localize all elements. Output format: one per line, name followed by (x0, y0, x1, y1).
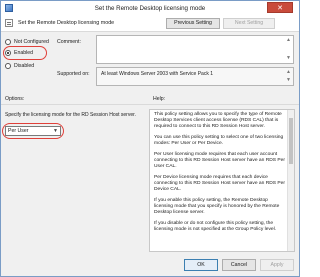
radio-disabled-circle[interactable] (5, 63, 11, 69)
supported-on-label: Supported on: (57, 71, 90, 77)
comment-label: Comment: (57, 39, 81, 45)
section-divider (1, 104, 299, 105)
help-paragraph: If you disable or do not configure this … (154, 220, 277, 232)
ok-button[interactable]: OK (184, 259, 218, 271)
options-label: Options: (5, 96, 25, 102)
enabled-highlight-oval (3, 46, 47, 60)
title-bar: Set the Remote Desktop licensing mode ✕ (1, 1, 299, 15)
supported-on-box: At least Windows Server 2003 with Servic… (96, 67, 294, 86)
help-paragraph: Per Device licensing mode requires that … (154, 174, 286, 192)
radio-not-configured[interactable]: Not Configured (5, 39, 49, 45)
radio-disabled-label: Disabled (14, 63, 35, 69)
close-button[interactable]: ✕ (267, 2, 293, 13)
help-paragraph: You can use this policy setting to selec… (154, 134, 284, 146)
policy-setting-icon (5, 19, 13, 27)
window-title: Set the Remote Desktop licensing mode (94, 4, 206, 12)
help-paragraph: This policy setting allows you to specif… (154, 112, 282, 130)
previous-setting-button[interactable]: Previous Setting (166, 18, 220, 29)
apply-button[interactable]: Apply (260, 259, 294, 271)
comment-textbox[interactable]: ▲ ▼ (96, 35, 294, 64)
setting-title: Set the Remote Desktop licensing mode (18, 20, 115, 26)
supported-scroll-down-icon[interactable]: ▼ (285, 77, 292, 84)
comment-scroll-up-icon[interactable]: ▲ (285, 37, 292, 44)
supported-scroll-up-icon[interactable]: ▲ (285, 69, 292, 76)
help-text: This policy setting allows you to specif… (154, 112, 286, 238)
next-setting-button[interactable]: Next Setting (223, 18, 275, 29)
gpo-window-icon (5, 4, 13, 12)
help-paragraph: Per User licensing mode requires that ea… (154, 151, 286, 169)
help-panel: This policy setting allows you to specif… (149, 109, 295, 252)
radio-not-configured-label: Not Configured (14, 39, 49, 45)
radio-disabled[interactable]: Disabled (5, 63, 34, 69)
per-user-highlight-oval (2, 123, 64, 139)
cancel-button[interactable]: Cancel (222, 259, 256, 271)
options-panel: Specify the licensing mode for the RD Se… (1, 109, 147, 252)
help-scrollbar[interactable] (287, 110, 294, 251)
comment-scroll-down-icon[interactable]: ▼ (285, 55, 292, 62)
help-scrollbar-thumb[interactable] (289, 118, 293, 164)
help-label: Help: (153, 96, 166, 102)
setting-header: Set the Remote Desktop licensing mode Pr… (1, 15, 299, 32)
radio-not-configured-circle[interactable] (5, 39, 11, 45)
licensing-mode-description: Specify the licensing mode for the RD Se… (5, 112, 136, 118)
supported-on-value: At least Windows Server 2003 with Servic… (101, 71, 213, 77)
help-paragraph: If you enable this policy setting, the R… (154, 197, 280, 215)
policy-dialog-window: Set the Remote Desktop licensing mode ✕ … (0, 0, 300, 277)
